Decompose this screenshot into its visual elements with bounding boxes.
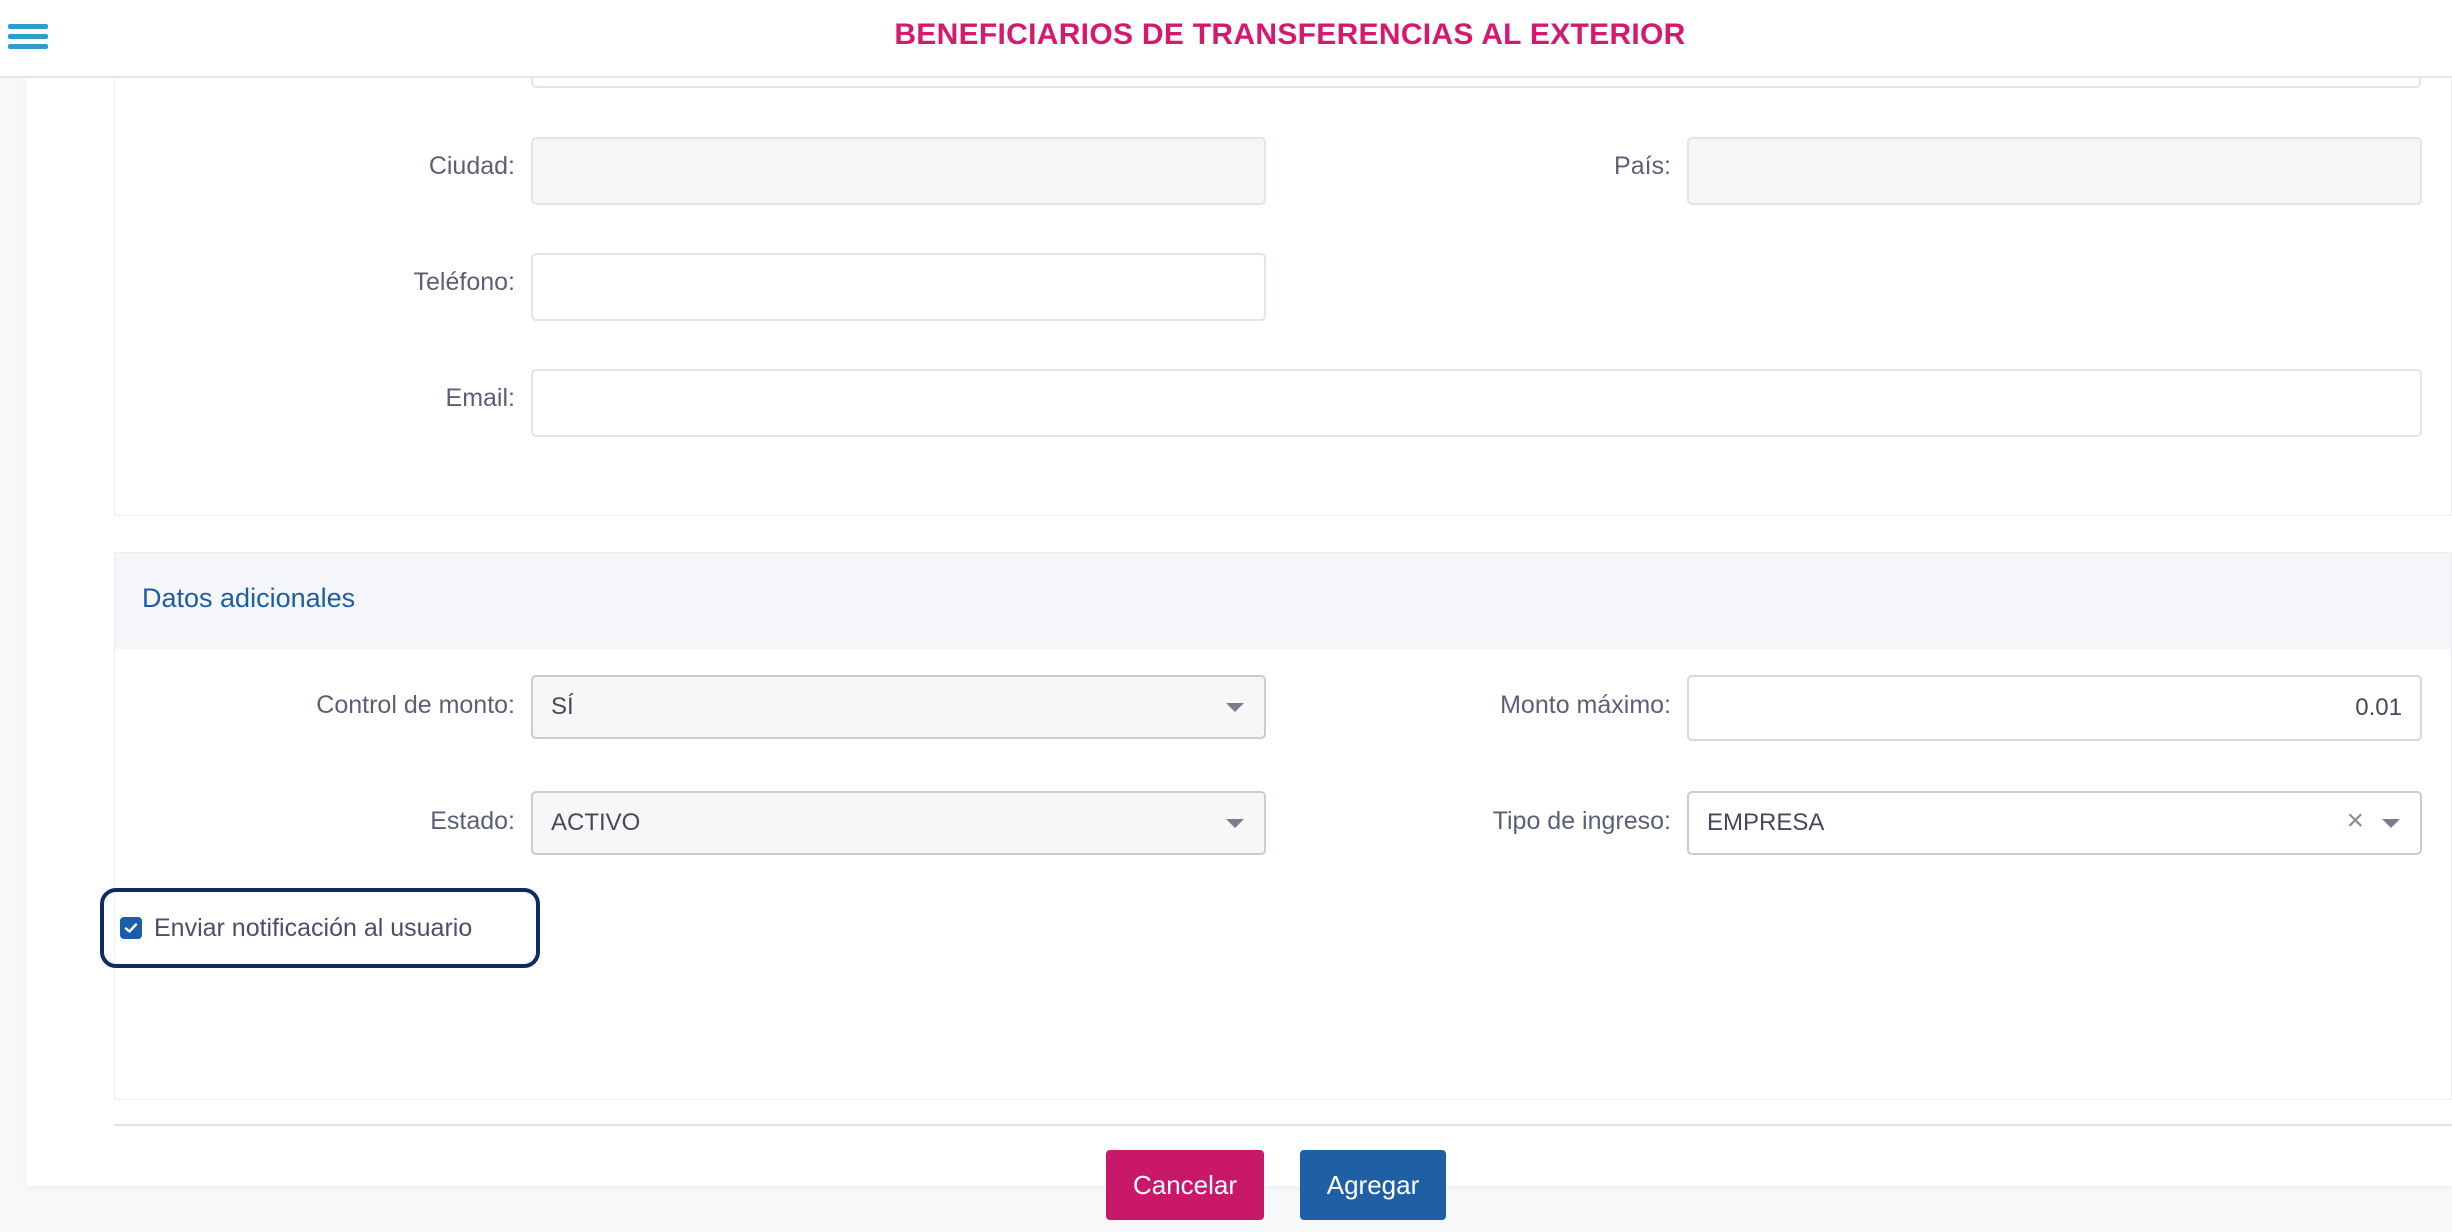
actions-divider <box>114 1124 2452 1126</box>
page-title: BENEFICIARIOS DE TRANSFERENCIAS AL EXTER… <box>894 18 1686 51</box>
ciudad-label: Ciudad: <box>428 152 515 180</box>
tipo-ingreso-select[interactable]: EMPRESA × <box>1687 791 2422 855</box>
chevron-down-icon <box>2382 819 2400 828</box>
telefono-input[interactable] <box>531 253 1266 321</box>
estado-value: ACTIVO <box>551 809 641 836</box>
telefono-label: Teléfono: <box>413 268 515 296</box>
form-card: Ciudad: País: Teléfono: Email: Datos adi… <box>26 38 2452 1220</box>
notify-user-label: Enviar notificación al usuario <box>154 914 473 942</box>
contact-panel: Ciudad: País: Teléfono: Email: <box>114 38 2452 516</box>
email-label: Email: <box>445 384 515 412</box>
chevron-down-icon <box>1226 703 1244 712</box>
pais-input[interactable] <box>1687 137 2422 205</box>
additional-data-header: Datos adicionales <box>115 553 2451 649</box>
ciudad-input[interactable] <box>531 137 1266 205</box>
cancel-button[interactable]: Cancelar <box>1106 1150 1264 1220</box>
notify-user-checkbox[interactable] <box>120 917 142 939</box>
monto-maximo-input[interactable] <box>1687 675 2422 741</box>
control-monto-select[interactable]: SÍ <box>531 675 1266 739</box>
clear-icon[interactable]: × <box>2346 803 2364 839</box>
check-icon <box>124 923 138 933</box>
tipo-ingreso-label: Tipo de ingreso: <box>1492 807 1671 835</box>
additional-data-panel: Datos adicionales Control de monto: SÍ M… <box>114 552 2452 1100</box>
add-button[interactable]: Agregar <box>1300 1150 1446 1220</box>
monto-maximo-label: Monto máximo: <box>1500 691 1671 719</box>
notify-user-checkbox-group[interactable]: Enviar notificación al usuario <box>100 888 540 968</box>
chevron-down-icon <box>1226 819 1244 828</box>
email-input[interactable] <box>531 369 2422 437</box>
estado-label: Estado: <box>430 807 515 835</box>
section-title: Datos adicionales <box>142 583 356 613</box>
hamburger-menu-icon[interactable] <box>8 22 48 52</box>
control-monto-label: Control de monto: <box>316 691 515 719</box>
pais-label: País: <box>1614 152 1671 180</box>
tipo-ingreso-value: EMPRESA <box>1707 809 1825 836</box>
estado-select[interactable]: ACTIVO <box>531 791 1266 855</box>
top-bar: BENEFICIARIOS DE TRANSFERENCIAS AL EXTER… <box>0 0 2452 78</box>
control-monto-value: SÍ <box>551 693 574 720</box>
